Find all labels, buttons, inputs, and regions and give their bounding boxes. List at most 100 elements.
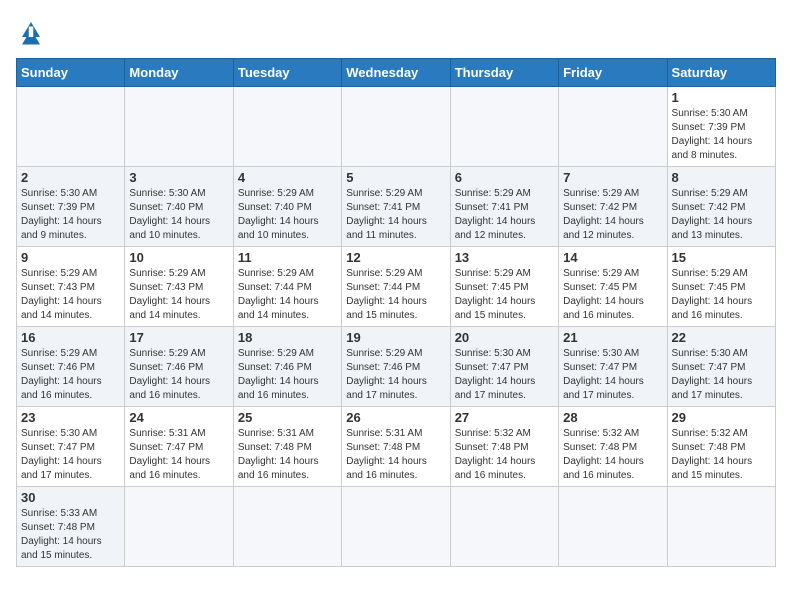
calendar-cell	[450, 487, 558, 567]
calendar-cell	[559, 87, 667, 167]
day-number: 22	[672, 330, 771, 345]
calendar-cell: 8Sunrise: 5:29 AM Sunset: 7:42 PM Daylig…	[667, 167, 775, 247]
calendar-cell: 19 Sunrise: 5:29 AM Sunset: 7:46 PM Dayli…	[342, 327, 450, 407]
calendar-cell: 17 Sunrise: 5:29 AM Sunset: 7:46 PM Dayli…	[125, 327, 233, 407]
calendar-cell: 24Sunrise: 5:31 AM Sunset: 7:47 PM Dayli…	[125, 407, 233, 487]
calendar-cell: 27 Sunrise: 5:32 AM Sunset: 7:48 PM Dayli…	[450, 407, 558, 487]
day-number: 5	[346, 170, 445, 185]
day-number: 3	[129, 170, 228, 185]
day-number: 7	[563, 170, 662, 185]
calendar-cell: 23 Sunrise: 5:30 AM Sunset: 7:47 PM Dayli…	[17, 407, 125, 487]
day-info: Sunrise: 5:30 AM Sunset: 7:40 PM Dayligh…	[129, 187, 228, 243]
day-info: Sunrise: 5:29 AM Sunset: 7:41 PM Dayligh…	[346, 187, 445, 243]
calendar-cell	[342, 487, 450, 567]
calendar-cell	[233, 87, 341, 167]
day-number: 13	[455, 250, 554, 265]
day-info: Sunrise: 5:31 AM Sunset: 7:48 PM Dayligh…	[346, 427, 445, 483]
day-info: Sunrise: 5:29 AM Sunset: 7:44 PM Dayligh…	[346, 267, 445, 323]
calendar-cell	[559, 487, 667, 567]
day-info: Sunrise: 5:32 AM Sunset: 7:48 PM Dayligh…	[563, 427, 662, 483]
calendar-cell: 21 Sunrise: 5:30 AM Sunset: 7:47 PM Dayli…	[559, 327, 667, 407]
day-number: 11	[238, 250, 337, 265]
page: SundayMondayTuesdayWednesdayThursdayFrid…	[0, 0, 792, 583]
day-info: Sunrise: 5:29 AM Sunset: 7:42 PM Dayligh…	[672, 187, 771, 243]
calendar-cell	[667, 487, 775, 567]
day-number: 4	[238, 170, 337, 185]
calendar-cell: 22 Sunrise: 5:30 AM Sunset: 7:47 PM Dayli…	[667, 327, 775, 407]
calendar-cell: 14 Sunrise: 5:29 AM Sunset: 7:45 PM Dayli…	[559, 247, 667, 327]
day-number: 18	[238, 330, 337, 345]
day-number: 26	[346, 410, 445, 425]
calendar-week-4: 16 Sunrise: 5:29 AM Sunset: 7:46 PM Dayli…	[17, 327, 776, 407]
calendar-cell: 5 Sunrise: 5:29 AM Sunset: 7:41 PM Daylig…	[342, 167, 450, 247]
day-number: 25	[238, 410, 337, 425]
logo-icon	[16, 16, 46, 46]
calendar-cell	[233, 487, 341, 567]
calendar-cell: 13 Sunrise: 5:29 AM Sunset: 7:45 PM Dayli…	[450, 247, 558, 327]
day-info: Sunrise: 5:29 AM Sunset: 7:46 PM Dayligh…	[238, 347, 337, 403]
day-number: 17	[129, 330, 228, 345]
calendar-cell	[450, 87, 558, 167]
day-info: Sunrise: 5:29 AM Sunset: 7:42 PM Dayligh…	[563, 187, 662, 243]
day-info: Sunrise: 5:32 AM Sunset: 7:48 PM Dayligh…	[455, 427, 554, 483]
day-number: 9	[21, 250, 120, 265]
day-number: 19	[346, 330, 445, 345]
calendar-cell: 9Sunrise: 5:29 AM Sunset: 7:43 PM Daylig…	[17, 247, 125, 327]
day-number: 30	[21, 490, 120, 505]
day-info: Sunrise: 5:30 AM Sunset: 7:47 PM Dayligh…	[455, 347, 554, 403]
calendar-cell	[125, 87, 233, 167]
day-info: Sunrise: 5:30 AM Sunset: 7:47 PM Dayligh…	[21, 427, 120, 483]
calendar-cell: 16 Sunrise: 5:29 AM Sunset: 7:46 PM Dayli…	[17, 327, 125, 407]
day-info: Sunrise: 5:29 AM Sunset: 7:41 PM Dayligh…	[455, 187, 554, 243]
day-number: 10	[129, 250, 228, 265]
day-info: Sunrise: 5:29 AM Sunset: 7:45 PM Dayligh…	[563, 267, 662, 323]
calendar-week-2: 2 Sunrise: 5:30 AM Sunset: 7:39 PM Daylig…	[17, 167, 776, 247]
day-number: 21	[563, 330, 662, 345]
calendar-cell: 28Sunrise: 5:32 AM Sunset: 7:48 PM Dayli…	[559, 407, 667, 487]
day-number: 6	[455, 170, 554, 185]
day-info: Sunrise: 5:30 AM Sunset: 7:47 PM Dayligh…	[672, 347, 771, 403]
calendar-week-5: 23 Sunrise: 5:30 AM Sunset: 7:47 PM Dayli…	[17, 407, 776, 487]
calendar-cell	[125, 487, 233, 567]
day-number: 12	[346, 250, 445, 265]
day-info: Sunrise: 5:29 AM Sunset: 7:45 PM Dayligh…	[455, 267, 554, 323]
day-info: Sunrise: 5:30 AM Sunset: 7:47 PM Dayligh…	[563, 347, 662, 403]
day-number: 24	[129, 410, 228, 425]
calendar-header-row: SundayMondayTuesdayWednesdayThursdayFrid…	[17, 59, 776, 87]
calendar-cell: 4 Sunrise: 5:29 AM Sunset: 7:40 PM Daylig…	[233, 167, 341, 247]
day-info: Sunrise: 5:29 AM Sunset: 7:44 PM Dayligh…	[238, 267, 337, 323]
logo	[16, 16, 50, 46]
day-number: 27	[455, 410, 554, 425]
calendar-header-thursday: Thursday	[450, 59, 558, 87]
calendar-cell: 6 Sunrise: 5:29 AM Sunset: 7:41 PM Daylig…	[450, 167, 558, 247]
day-info: Sunrise: 5:29 AM Sunset: 7:40 PM Dayligh…	[238, 187, 337, 243]
day-number: 14	[563, 250, 662, 265]
calendar-cell: 25 Sunrise: 5:31 AM Sunset: 7:48 PM Dayli…	[233, 407, 341, 487]
day-number: 1	[672, 90, 771, 105]
calendar-cell	[342, 87, 450, 167]
day-number: 2	[21, 170, 120, 185]
calendar-week-1: 1 Sunrise: 5:30 AM Sunset: 7:39 PM Daylig…	[17, 87, 776, 167]
calendar-cell: 15Sunrise: 5:29 AM Sunset: 7:45 PM Dayli…	[667, 247, 775, 327]
day-info: Sunrise: 5:29 AM Sunset: 7:46 PM Dayligh…	[346, 347, 445, 403]
day-info: Sunrise: 5:29 AM Sunset: 7:46 PM Dayligh…	[21, 347, 120, 403]
day-info: Sunrise: 5:29 AM Sunset: 7:46 PM Dayligh…	[129, 347, 228, 403]
calendar-cell	[17, 87, 125, 167]
day-info: Sunrise: 5:32 AM Sunset: 7:48 PM Dayligh…	[672, 427, 771, 483]
day-number: 15	[672, 250, 771, 265]
day-info: Sunrise: 5:31 AM Sunset: 7:48 PM Dayligh…	[238, 427, 337, 483]
day-number: 20	[455, 330, 554, 345]
day-info: Sunrise: 5:30 AM Sunset: 7:39 PM Dayligh…	[672, 107, 771, 163]
day-info: Sunrise: 5:30 AM Sunset: 7:39 PM Dayligh…	[21, 187, 120, 243]
calendar-header-sunday: Sunday	[17, 59, 125, 87]
calendar-cell: 1 Sunrise: 5:30 AM Sunset: 7:39 PM Daylig…	[667, 87, 775, 167]
header	[16, 16, 776, 46]
calendar-cell: 2 Sunrise: 5:30 AM Sunset: 7:39 PM Daylig…	[17, 167, 125, 247]
calendar-header-friday: Friday	[559, 59, 667, 87]
day-number: 23	[21, 410, 120, 425]
calendar-cell: 26 Sunrise: 5:31 AM Sunset: 7:48 PM Dayli…	[342, 407, 450, 487]
calendar-cell: 11 Sunrise: 5:29 AM Sunset: 7:44 PM Dayli…	[233, 247, 341, 327]
calendar-cell: 10Sunrise: 5:29 AM Sunset: 7:43 PM Dayli…	[125, 247, 233, 327]
day-number: 16	[21, 330, 120, 345]
calendar-week-6: 30Sunrise: 5:33 AM Sunset: 7:48 PM Dayli…	[17, 487, 776, 567]
